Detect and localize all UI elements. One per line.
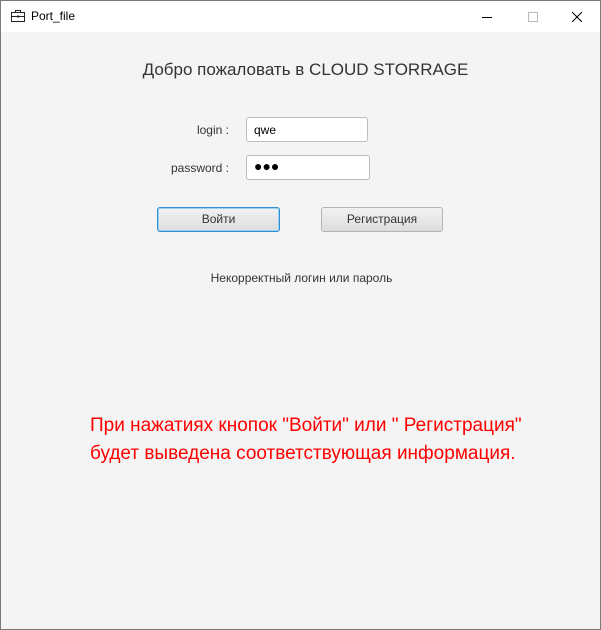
- app-window: Port_file Добро пожаловать в CLOUD STORR…: [0, 0, 601, 630]
- login-button[interactable]: Войти: [157, 207, 280, 232]
- maximize-button[interactable]: [510, 1, 556, 32]
- register-button[interactable]: Регистрация: [321, 207, 443, 232]
- password-input[interactable]: ●●●: [246, 155, 370, 180]
- close-button[interactable]: [554, 1, 600, 32]
- annotation-note: При нажатиях кнопок "Войти" или " Регист…: [90, 412, 590, 468]
- title-bar[interactable]: Port_file: [1, 1, 600, 32]
- annotation-line-1: При нажатиях кнопок "Войти" или " Регист…: [90, 415, 522, 436]
- maximize-icon: [528, 11, 538, 22]
- login-label: login :: [196, 123, 229, 137]
- window-title: Port_file: [31, 9, 76, 23]
- minimize-icon: [482, 16, 492, 18]
- login-input[interactable]: qwe: [246, 117, 368, 142]
- welcome-title: Добро пожаловать в CLOUD STORRAGE: [142, 60, 469, 79]
- status-message: Некорректный логин или пароль: [210, 271, 393, 285]
- minimize-button[interactable]: [464, 1, 510, 32]
- briefcase-icon: [11, 10, 25, 22]
- password-input-value: ●●●: [254, 158, 280, 174]
- close-icon: [572, 11, 582, 22]
- login-panel: Добро пожаловать в CLOUD STORRAGE login …: [1, 32, 600, 629]
- annotation-line-2: будет выведена соответствующая информаци…: [90, 443, 516, 464]
- password-label: password :: [170, 161, 229, 175]
- login-input-value: qwe: [254, 123, 277, 137]
